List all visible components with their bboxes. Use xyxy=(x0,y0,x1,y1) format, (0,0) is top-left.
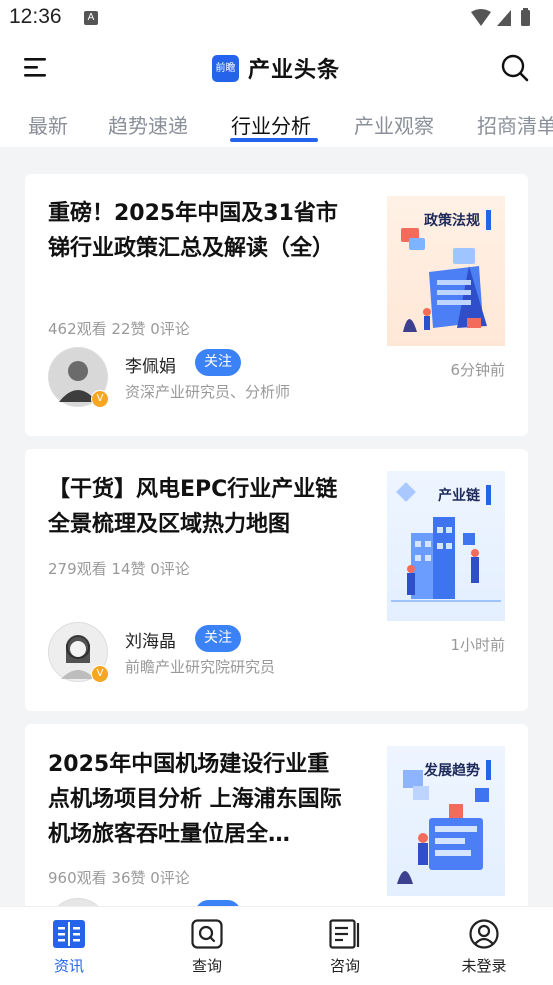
avatar[interactable]: V xyxy=(48,622,109,683)
article-card[interactable]: 【干货】风电EPC行业产业链全景梳理及区域热力地图 279观看 14赞 0评论 … xyxy=(25,449,528,711)
bottom-navigation: 资讯 查询 咨询 未登录 xyxy=(0,906,553,985)
news-icon xyxy=(53,920,85,948)
article-card[interactable]: 2025年中国机场建设行业重点机场项目分析 上海浦东国际机场旅客吞吐量位居全… … xyxy=(25,724,528,958)
category-tabs: 最新 趋势速递 行业分析 产业观察 招商清单 xyxy=(0,96,553,147)
article-stats: 960观看 36赞 0评论 xyxy=(48,869,190,887)
article-thumbnail[interactable]: 产业链 xyxy=(387,471,505,621)
nav-news-label: 资讯 xyxy=(53,957,84,975)
nav-query[interactable]: 查询 xyxy=(177,919,237,976)
active-tab-indicator xyxy=(230,138,318,142)
tab-industry-analysis[interactable]: 行业分析 xyxy=(231,110,311,139)
article-title[interactable]: 【干货】风电EPC行业产业链全景梳理及区域热力地图 xyxy=(48,472,348,542)
user-icon xyxy=(469,919,499,949)
nav-consult[interactable]: 咨询 xyxy=(315,919,375,976)
author-description: 前瞻产业研究院研究员 xyxy=(125,658,276,676)
thumbnail-label: 政策法规 xyxy=(424,210,491,230)
tab-investment-list[interactable]: 招商清单 xyxy=(477,110,553,139)
notification-icon: A xyxy=(84,11,98,25)
thumbnail-label: 发展趋势 xyxy=(424,760,491,780)
tab-latest[interactable]: 最新 xyxy=(28,110,68,139)
author-name[interactable]: 李佩娟 xyxy=(125,352,176,377)
thumbnail-label: 产业链 xyxy=(438,485,491,505)
consult-icon xyxy=(329,919,360,949)
signal-battery-icons xyxy=(471,8,530,26)
nav-user[interactable]: 未登录 xyxy=(454,919,514,976)
article-stats: 279观看 14赞 0评论 xyxy=(48,560,190,578)
status-time: 12:36 xyxy=(9,5,62,28)
app-header: 前瞻 产业头条 xyxy=(0,36,553,96)
verified-badge-icon: V xyxy=(91,665,109,683)
brand: 前瞻 产业头条 xyxy=(212,52,340,84)
publish-time: 1小时前 xyxy=(450,636,505,654)
avatar[interactable]: V xyxy=(48,347,109,408)
article-title[interactable]: 2025年中国机场建设行业重点机场项目分析 上海浦东国际机场旅客吞吐量位居全… xyxy=(48,747,348,852)
article-thumbnail[interactable]: 政策法规 xyxy=(387,196,505,346)
article-thumbnail[interactable]: 发展趋势 xyxy=(387,746,505,896)
tab-industry-observation[interactable]: 产业观察 xyxy=(354,110,434,139)
search-icon[interactable] xyxy=(501,54,529,82)
verified-badge-icon: V xyxy=(91,390,109,408)
query-icon xyxy=(191,919,223,949)
follow-button[interactable]: 关注 xyxy=(195,625,241,652)
tab-trends[interactable]: 趋势速递 xyxy=(108,110,188,139)
publish-time: 6分钟前 xyxy=(450,361,505,379)
nav-news[interactable]: 资讯 xyxy=(39,919,99,976)
article-title[interactable]: 重磅！2025年中国及31省市锑行业政策汇总及解读（全） xyxy=(48,196,348,266)
nav-consult-label: 咨询 xyxy=(329,957,360,975)
nav-user-label: 未登录 xyxy=(461,957,507,975)
nav-query-label: 查询 xyxy=(191,957,222,975)
status-bar: 12:36 A xyxy=(0,0,553,36)
author-name[interactable]: 刘海晶 xyxy=(125,627,176,652)
page-title: 产业头条 xyxy=(248,58,341,83)
author-description: 资深产业研究员、分析师 xyxy=(125,383,291,401)
menu-icon[interactable] xyxy=(24,56,48,78)
brand-logo-icon: 前瞻 xyxy=(212,54,239,82)
article-card[interactable]: 重磅！2025年中国及31省市锑行业政策汇总及解读（全） 462观看 22赞 0… xyxy=(25,174,528,436)
follow-button[interactable]: 关注 xyxy=(195,349,241,376)
article-stats: 462观看 22赞 0评论 xyxy=(48,320,190,338)
